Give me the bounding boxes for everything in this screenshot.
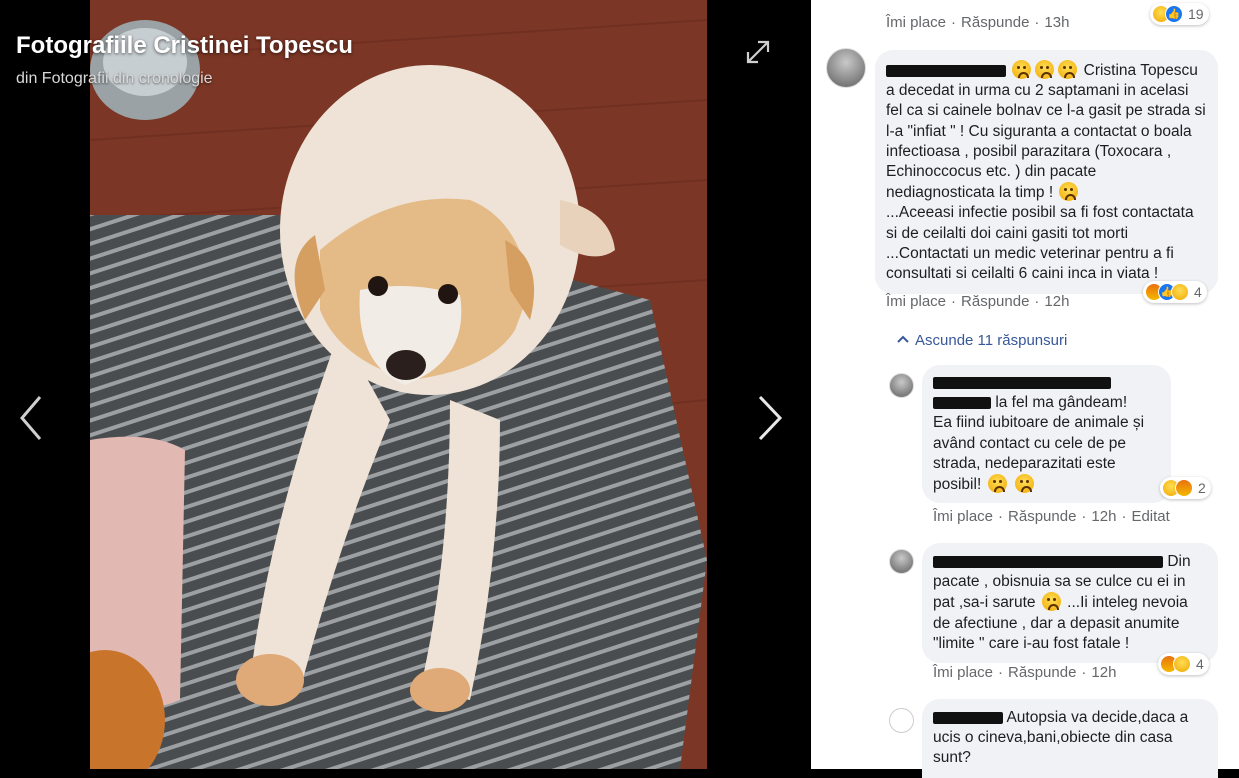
reply-link[interactable]: Răspunde	[961, 14, 1029, 31]
like-link[interactable]: Îmi place	[933, 508, 993, 525]
reply-bubble: Din pacate , obisnuia sa se culce cu ei …	[922, 543, 1218, 664]
reply-link[interactable]: Răspunde	[961, 293, 1029, 310]
album-title[interactable]: Fotografiile Cristinei Topescu	[16, 32, 353, 60]
like-link[interactable]: Îmi place	[933, 664, 993, 681]
chevron-up-icon	[897, 335, 909, 343]
sad-emoji-icon	[1059, 182, 1079, 202]
album-subtitle[interactable]: din Fotografii din cronologie	[16, 70, 213, 88]
reply-actions: Îmi place · Răspunde · 12h · Editat	[933, 508, 1170, 525]
sad-emoji-icon	[1058, 60, 1078, 79]
redacted-tag[interactable]	[933, 397, 991, 410]
hide-replies-label: Ascunde 11 răspunsuri	[915, 332, 1068, 349]
sad-emoji-icon	[1012, 60, 1032, 79]
reaction-summary[interactable]: 👍 4	[1143, 281, 1207, 303]
edited-label[interactable]: Editat	[1131, 508, 1169, 525]
comment-actions: Îmi place · Răspunde · 12h	[886, 293, 1070, 310]
reaction-summary[interactable]: 2	[1160, 477, 1211, 499]
dog-photo-illustration	[90, 0, 707, 769]
hide-replies-button[interactable]: Ascunde 11 răspunsuri	[897, 332, 1067, 349]
photo-viewer: Fotografiile Cristinei Topescu din Fotog…	[0, 0, 811, 769]
reply-bubble: Autopsia va decide,daca a ucis o cineva,…	[922, 699, 1218, 778]
redacted-name[interactable]	[886, 64, 1006, 77]
avatar[interactable]	[889, 708, 914, 733]
reaction-summary[interactable]: 4	[1158, 653, 1209, 675]
avatar[interactable]	[889, 549, 914, 574]
comment-text-continued: ...Aceeasi infectie posibil sa fi fost c…	[886, 204, 1194, 283]
worried-emoji-icon	[987, 474, 1007, 494]
reply-bubble: la fel ma gândeam! Ea fiind iubitoare de…	[922, 365, 1171, 504]
comment-bubble: Cristina Topescu a decedat in urma cu 2 …	[875, 50, 1218, 295]
chevron-left-icon[interactable]	[12, 393, 52, 443]
reaction-count: 4	[1196, 656, 1204, 672]
sad-reaction-icon	[1173, 655, 1191, 673]
reply-link[interactable]: Răspunde	[1008, 508, 1076, 525]
reply-text: la fel ma gândeam!	[995, 394, 1128, 412]
chevron-right-icon[interactable]	[750, 393, 790, 443]
reaction-summary[interactable]: 👍 19	[1150, 3, 1209, 25]
comment-time[interactable]: 13h	[1044, 14, 1069, 31]
reply-link[interactable]: Răspunde	[1008, 664, 1076, 681]
comment-actions-top: Îmi place · Răspunde · 13h	[886, 14, 1070, 31]
reply-text: Autopsia va decide,daca a	[1006, 709, 1189, 726]
reply-time[interactable]: 12h	[1091, 508, 1116, 525]
reaction-count: 2	[1198, 480, 1206, 496]
angry-reaction-icon	[1175, 479, 1193, 497]
like-link[interactable]: Îmi place	[886, 293, 946, 310]
reply-text-continued: ucis o cineva,bani,obiecte din casa sunt…	[933, 729, 1173, 767]
reaction-count: 19	[1188, 6, 1204, 22]
like-reaction-icon: 👍	[1165, 5, 1183, 23]
redacted-name[interactable]	[933, 555, 1163, 568]
comment-text: Cristina Topescu a decedat in urma cu 2 …	[886, 62, 1206, 202]
comment-time[interactable]: 12h	[1044, 293, 1069, 310]
sad-emoji-icon	[1041, 592, 1061, 612]
dog-photo[interactable]	[90, 0, 707, 769]
redacted-name[interactable]	[933, 711, 1003, 724]
worried-emoji-icon	[1014, 474, 1034, 494]
avatar[interactable]	[826, 48, 866, 88]
expand-icon[interactable]	[744, 38, 772, 66]
reply-actions: Îmi place · Răspunde · 12h	[933, 664, 1117, 681]
reply-text-continued: Ea fiind iubitoare de animale și având c…	[933, 414, 1145, 494]
reaction-count: 4	[1194, 284, 1202, 300]
reply-text: Din	[1167, 553, 1191, 570]
wow-reaction-icon	[1171, 283, 1189, 301]
like-link[interactable]: Îmi place	[886, 14, 946, 31]
sad-emoji-icon	[1035, 60, 1055, 79]
reply-time[interactable]: 12h	[1091, 664, 1116, 681]
redacted-name[interactable]	[933, 376, 1111, 389]
avatar[interactable]	[889, 373, 914, 398]
